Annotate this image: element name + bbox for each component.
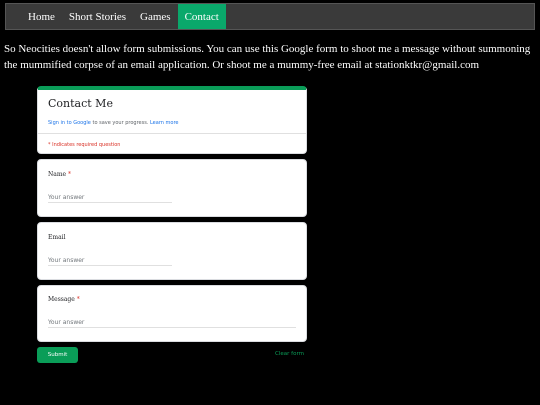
top-nav: Home Short Stories Games Contact: [5, 3, 535, 30]
submit-button[interactable]: Submit: [37, 347, 78, 363]
form-actions: Submit Clear form: [37, 347, 307, 367]
signin-row: Sign in to Google to save your progress.…: [48, 120, 179, 126]
signin-text: to save your progress.: [90, 120, 150, 126]
name-input[interactable]: [48, 193, 172, 203]
header-divider: [38, 133, 306, 134]
question-label-name: Name *: [48, 171, 71, 178]
question-label-email: Email: [48, 234, 65, 241]
question-label-message: Message *: [48, 296, 80, 303]
question-card-message: Message *: [37, 285, 307, 342]
nav-home[interactable]: Home: [21, 4, 62, 29]
required-star: *: [76, 296, 80, 303]
clear-form-link[interactable]: Clear form: [275, 351, 304, 357]
form-title: Contact Me: [48, 97, 113, 110]
question-card-email: Email: [37, 222, 307, 280]
question-text: Name: [48, 171, 67, 178]
question-card-name: Name *: [37, 159, 307, 217]
email-input[interactable]: [48, 256, 172, 266]
signin-link[interactable]: Sign in to Google: [48, 120, 91, 126]
google-form: Contact Me Sign in to Google to save you…: [37, 86, 307, 367]
form-header-card: Contact Me Sign in to Google to save you…: [37, 86, 307, 154]
nav-games[interactable]: Games: [133, 4, 178, 29]
nav-short-stories[interactable]: Short Stories: [62, 4, 133, 29]
message-input[interactable]: [48, 318, 296, 328]
learn-more-link[interactable]: Learn more: [150, 120, 179, 126]
intro-paragraph: So Neocities doesn't allow form submissi…: [4, 43, 531, 71]
question-text: Email: [48, 234, 66, 241]
required-star: *: [68, 171, 71, 178]
question-text: Message: [48, 296, 75, 303]
nav-contact[interactable]: Contact: [177, 4, 226, 29]
required-note: * Indicates required question: [48, 142, 121, 148]
